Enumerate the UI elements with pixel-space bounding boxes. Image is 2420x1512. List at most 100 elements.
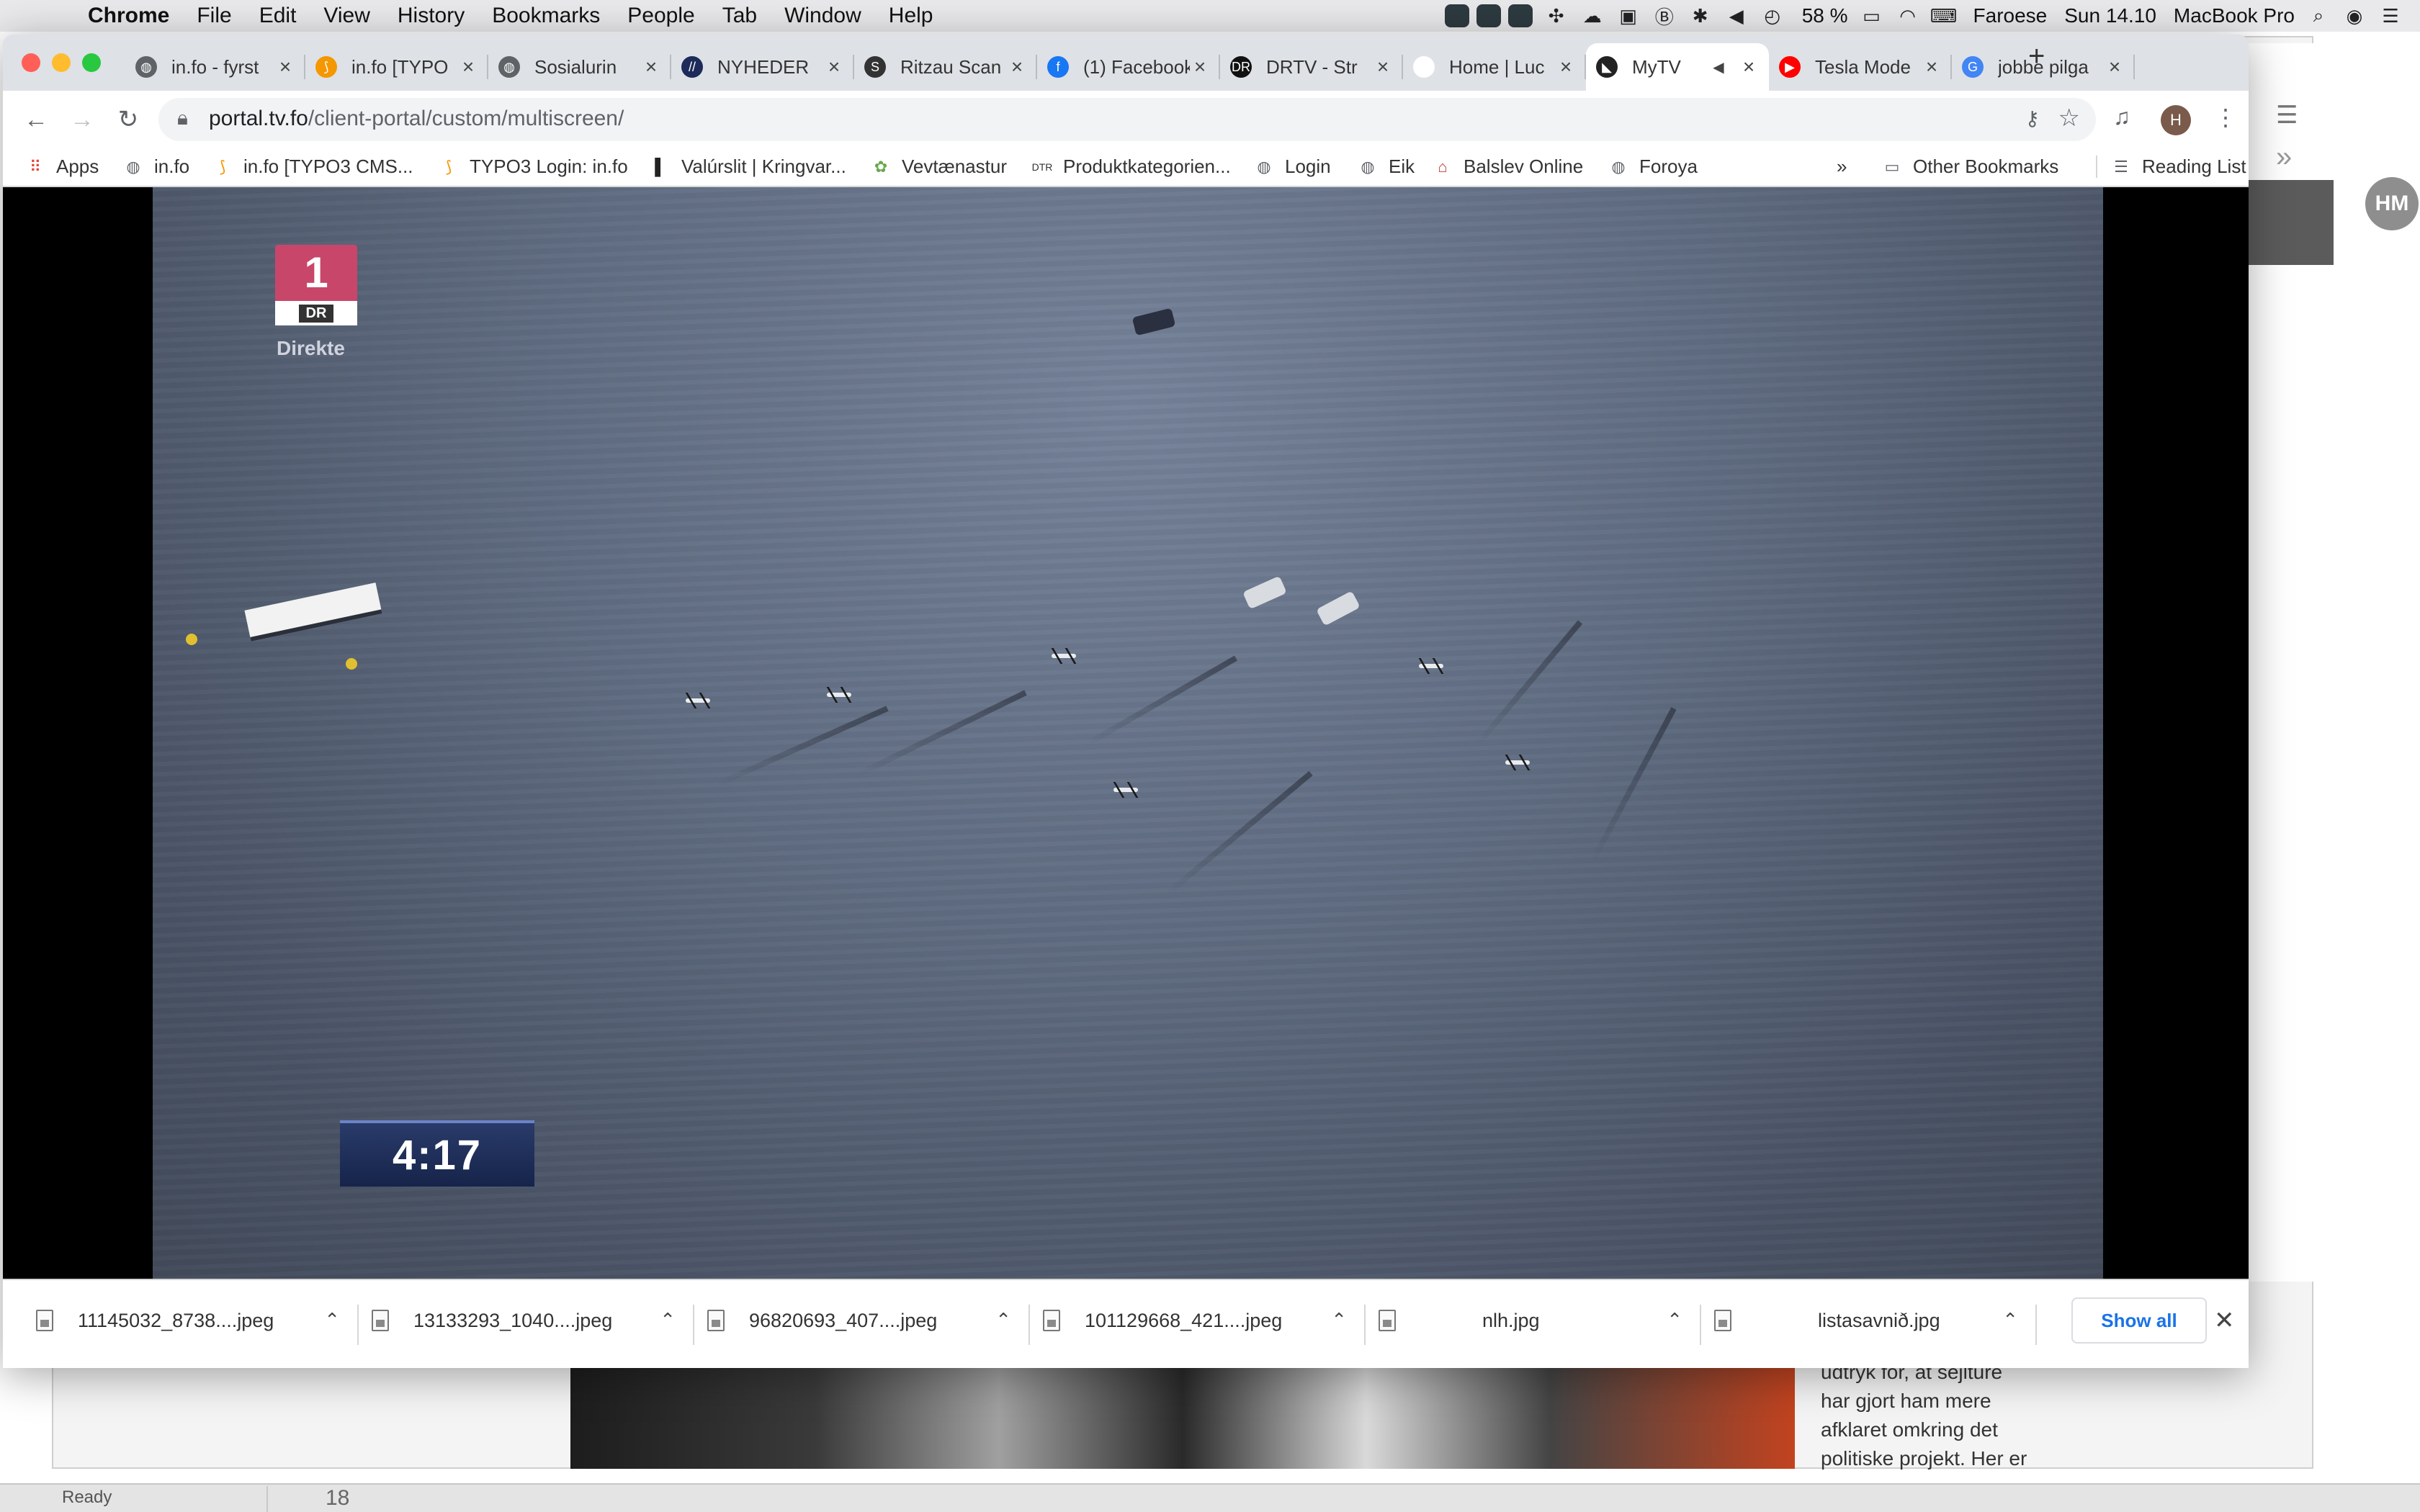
show-all-downloads-button[interactable]: Show all [2071,1297,2207,1344]
time-machine-icon[interactable]: ◴ [1760,5,1785,27]
bookmark-item[interactable]: ⟆ TYPO3 Login: in.fo [438,156,628,178]
bookmark-item[interactable]: ◍ in.fo [122,156,189,178]
download-item[interactable]: 11145032_8738....jpeg ⌃ [36,1299,340,1342]
download-item[interactable]: 96820693_407....jpeg ⌃ [707,1299,1011,1342]
chevron-up-icon[interactable]: ⌃ [995,1309,1011,1331]
bookmark-item[interactable]: ⌂ Balslev Online [1432,156,1583,178]
tab-close-icon[interactable]: × [2105,55,2125,78]
menu-file[interactable]: File [197,4,231,28]
tab-close-icon[interactable]: × [275,55,295,78]
bookmark-item[interactable]: ✿ Vevtænastur [870,156,1007,178]
bookmark-other[interactable]: ▭ Other Bookmarks [1881,156,2059,178]
forward-arrow-icon[interactable]: → [65,102,99,137]
creative-cloud-icon[interactable]: ☁ [1580,5,1605,27]
bookmark-star-icon[interactable]: ☆ [2058,104,2080,132]
reload-icon[interactable]: ↻ [111,102,145,137]
menu-window[interactable]: Window [784,4,861,28]
bookmark-item[interactable]: ◍ Login [1253,156,1330,178]
back-arrow-icon[interactable]: ← [19,102,53,137]
menu-view[interactable]: View [323,4,369,28]
tab-5[interactable]: f (1) Facebook × [1037,43,1220,91]
url-text[interactable]: portal.tv.fo/client-portal/custom/multis… [209,107,624,131]
hamburger-icon[interactable]: ☰ [2276,101,2298,130]
chevron-up-icon[interactable]: ⌃ [2002,1309,2018,1331]
lock-icon[interactable]: 🔒︎ [177,107,188,130]
address-bar[interactable]: 🔒︎ portal.tv.fo/client-portal/custom/mul… [158,98,2096,141]
media-controls-icon[interactable]: ♫ [2113,104,2130,130]
ms-icon[interactable]: ▣ [1616,5,1641,27]
tab-4[interactable]: S Ritzau Scan × [854,43,1037,91]
control-center-icon[interactable]: ☰ [2378,5,2403,27]
profile-avatar[interactable]: H [2161,105,2191,135]
download-item[interactable]: listasavnið.jpg ⌃ [1714,1299,2018,1342]
video-player[interactable]: 1 DR Direkte 4:17 [153,187,2103,1279]
app-status-icon[interactable] [1476,4,1501,27]
tab-audio-icon[interactable]: ◀ [1708,58,1729,76]
background-avatar[interactable]: HM [2365,177,2419,230]
keyboard-icon[interactable]: ⌨ [1930,5,1958,27]
menu-help[interactable]: Help [889,4,933,28]
volume-icon[interactable]: ◀ [1724,5,1749,27]
input-source[interactable]: Faroese [1973,4,2048,27]
bluetooth-icon[interactable]: ✱ [1688,5,1713,27]
kebab-menu-icon[interactable]: ⋮ [2214,104,2237,131]
menu-tab[interactable]: Tab [722,4,757,28]
close-window-button[interactable] [22,53,40,72]
bookmark-item[interactable]: ◍ Foroya [1608,156,1698,178]
tab-8[interactable]: ◣ MyTV ◀ × [1586,43,1769,91]
tab-0[interactable]: ◍ in.fo - fyrst × [125,43,305,91]
bookmark-item[interactable]: ⠿ Apps [24,156,99,178]
tab-close-icon[interactable]: × [1373,55,1393,78]
rowing-boat [826,687,852,703]
puzzle-icon[interactable]: ✣ [1544,5,1569,27]
tab-2[interactable]: ◍ Sosialurin × [488,43,671,91]
b-icon[interactable]: Ⓑ [1652,5,1677,28]
wifi-icon[interactable]: ◠ [1896,5,1920,27]
bookmark-item[interactable]: DTR Produktkategorien... [1031,156,1231,178]
bookmark-item[interactable]: ▌ Valúrslit | Kringvar... [650,156,846,178]
tab-9[interactable]: ▶ Tesla Mode × [1769,43,1952,91]
download-item[interactable]: 101129668_421....jpeg ⌃ [1043,1299,1347,1342]
tab-6[interactable]: DR DRTV - Str × [1220,43,1403,91]
tab-close-icon[interactable]: × [1007,55,1027,78]
menu-bookmarks[interactable]: Bookmarks [492,4,600,28]
tab-close-icon[interactable]: × [824,55,844,78]
machine-name[interactable]: MacBook Pro [2174,4,2295,27]
reading-list-button[interactable]: ☰ Reading List [2096,156,2246,178]
app-status-icon[interactable] [1444,4,1469,27]
chevron-up-icon[interactable]: ⌃ [324,1309,340,1331]
tab-1[interactable]: ⟆ in.fo [TYPO × [305,43,488,91]
download-item[interactable]: nlh.jpg ⌃ [1379,1299,1682,1342]
app-status-icon[interactable] [1507,4,1533,27]
tab-close-icon[interactable]: × [1739,55,1759,78]
battery-percent[interactable]: 58 % [1802,4,1848,27]
bookmarks-overflow-chevron[interactable]: » [1837,156,1847,178]
fullscreen-window-button[interactable] [82,53,101,72]
tab-close-icon[interactable]: × [458,55,478,78]
chevron-up-icon[interactable]: ⌃ [1667,1309,1682,1331]
menubar-clock[interactable]: Sun 14.10 [2064,4,2156,27]
tab-close-icon[interactable]: × [1556,55,1576,78]
tab-close-icon[interactable]: × [641,55,661,78]
menu-edit[interactable]: Edit [259,4,297,28]
battery-icon[interactable]: ▭ [1860,5,1884,27]
spotlight-icon[interactable]: ⌕ [2306,4,2331,27]
chevron-up-icon[interactable]: ⌃ [1331,1309,1347,1331]
minimize-window-button[interactable] [52,53,71,72]
tab-7[interactable]: Home | Luc × [1403,43,1586,91]
download-item[interactable]: 13133293_1040....jpeg ⌃ [372,1299,676,1342]
close-icon[interactable]: ✕ [2214,1306,2235,1335]
new-tab-plus-icon[interactable]: + [2028,40,2045,73]
tab-close-icon[interactable]: × [1190,55,1210,78]
tab-3[interactable]: // NYHEDER × [671,43,854,91]
key-icon[interactable]: ⚷ [2025,107,2040,130]
double-chevron-right-icon[interactable]: » [2276,141,2292,174]
menu-people[interactable]: People [627,4,694,28]
siri-icon[interactable]: ◉ [2342,5,2367,27]
chevron-up-icon[interactable]: ⌃ [660,1309,676,1331]
menu-history[interactable]: History [398,4,465,28]
bookmark-item[interactable]: ◍ Eik [1357,156,1415,178]
menu-app-name[interactable]: Chrome [88,4,169,28]
bookmark-item[interactable]: ⟆ in.fo [TYPO3 CMS... [212,156,413,178]
tab-close-icon[interactable]: × [1922,55,1942,78]
